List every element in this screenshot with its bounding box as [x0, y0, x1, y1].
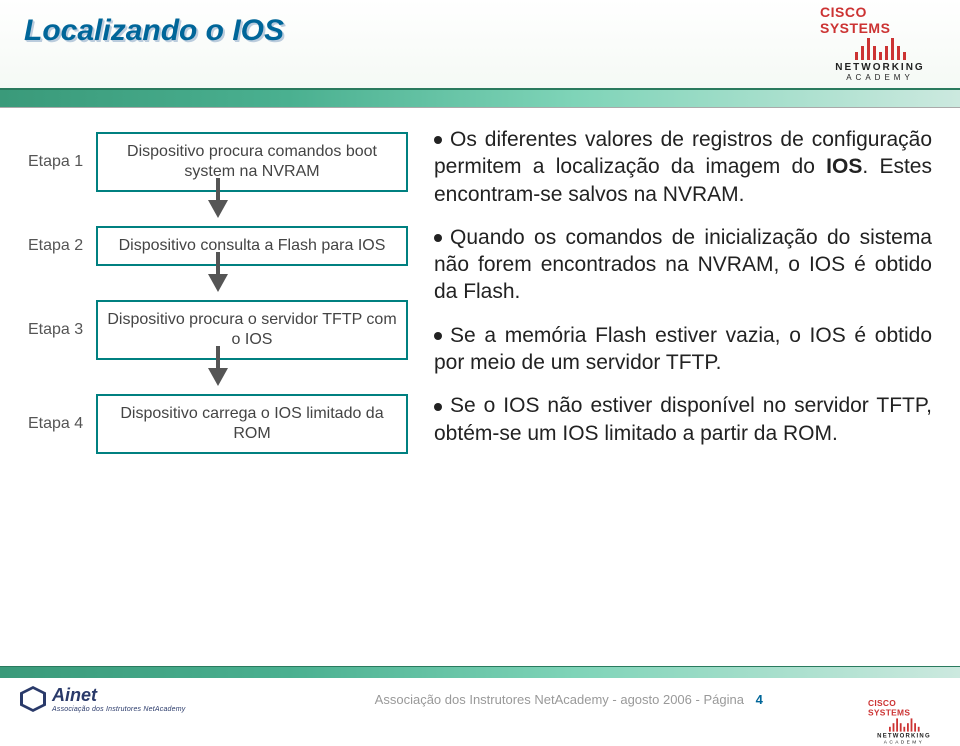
cisco-logo: CISCO SYSTEMS NETWORKING ACADEMY — [820, 4, 940, 84]
page-title: Localizando o IOS — [24, 14, 284, 48]
flow-diagram: Etapa 1 Dispositivo procura comandos boo… — [28, 126, 408, 463]
step-box: Dispositivo carrega o IOS limitado da RO… — [96, 394, 408, 454]
step-box: Dispositivo consulta a Flash para IOS — [96, 226, 408, 266]
paragraph-2: Quando os comandos de inicialização do s… — [434, 224, 932, 306]
header: Localizando o IOS CISCO SYSTEMS NETWORKI… — [0, 0, 960, 88]
paragraph-1: Os diferentes valores de registros de co… — [434, 126, 932, 208]
logo-line1: NETWORKING — [835, 62, 924, 73]
cisco-bars-icon — [855, 38, 906, 60]
footer: Ainet Associação dos Instrutores NetAcad… — [0, 660, 960, 720]
bullet-icon — [434, 403, 442, 411]
footer-text: Associação dos Instrutores NetAcademy - … — [197, 692, 940, 707]
ainet-logo: Ainet Associação dos Instrutores NetAcad… — [20, 685, 185, 713]
footer-inner: Ainet Associação dos Instrutores NetAcad… — [0, 678, 960, 720]
arrow-down-icon — [208, 200, 228, 218]
hexagon-icon — [20, 686, 46, 712]
bullet-icon — [434, 332, 442, 340]
main-content: Etapa 1 Dispositivo procura comandos boo… — [0, 108, 960, 463]
step-label: Etapa 2 — [28, 237, 96, 255]
step-label: Etapa 4 — [28, 415, 96, 433]
step-label: Etapa 3 — [28, 321, 96, 339]
page-number: 4 — [756, 692, 763, 707]
step-4: Etapa 4 Dispositivo carrega o IOS limita… — [28, 394, 408, 454]
arrow-down-icon — [208, 274, 228, 292]
logo-line2: ACADEMY — [846, 73, 914, 82]
bullet-icon — [434, 234, 442, 242]
bullet-icon — [434, 136, 442, 144]
paragraph-4: Se o IOS não estiver disponível no servi… — [434, 392, 932, 447]
arrow-down-icon — [208, 368, 228, 386]
ios-bold: IOS — [826, 155, 862, 178]
step-box: Dispositivo procura comandos boot system… — [96, 132, 408, 192]
paragraph-3: Se a memória Flash estiver vazia, o IOS … — [434, 322, 932, 377]
step-box: Dispositivo procura o servidor TFTP com … — [96, 300, 408, 360]
step-label: Etapa 1 — [28, 153, 96, 171]
ainet-text: Ainet Associação dos Instrutores NetAcad… — [52, 685, 185, 713]
logo-brand: CISCO SYSTEMS — [820, 4, 940, 36]
cisco-logo-small: CISCO SYSTEMS NETWORKING ACADEMY — [868, 698, 940, 746]
header-stripe — [0, 88, 960, 108]
body-text: Os diferentes valores de registros de co… — [434, 126, 932, 463]
cisco-bars-icon — [889, 718, 920, 731]
